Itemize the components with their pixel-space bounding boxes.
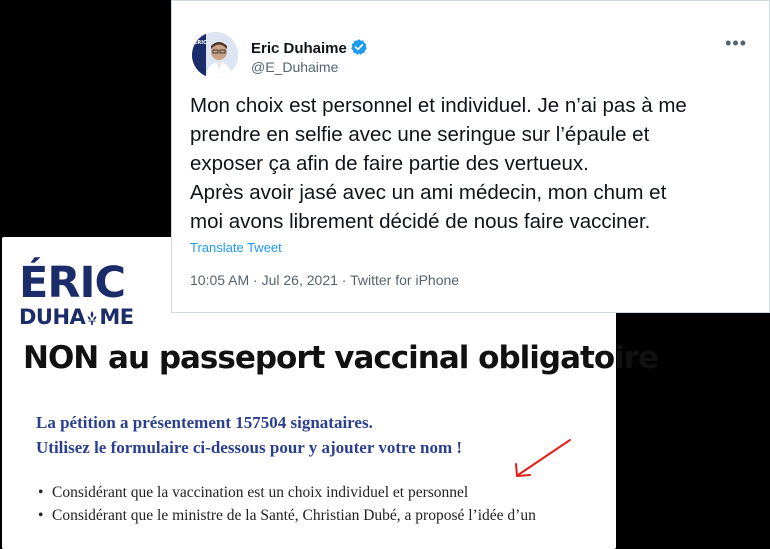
author-name-text: Eric Duhaime bbox=[251, 40, 347, 57]
tweet-text-line: exposer ça afin de faire partie des vert… bbox=[190, 152, 589, 175]
logo-line-2-prefix: DUHA bbox=[19, 305, 86, 329]
list-item: • Considérant que la vaccination est un c… bbox=[38, 484, 536, 507]
list-item: • Considérant que le ministre de la Santé… bbox=[38, 507, 536, 530]
tweet-text-line: Après avoir jasé avec un ami médecin, mo… bbox=[190, 181, 667, 204]
more-dots-icon[interactable]: ••• bbox=[725, 33, 747, 54]
tweet-text-line: Mon choix est personnel et individuel. J… bbox=[190, 94, 687, 117]
tweet-text: Mon choix est personnel et individuel. J… bbox=[190, 91, 760, 236]
translate-tweet-link[interactable]: Translate Tweet bbox=[190, 240, 282, 255]
tweet-card: ÉRIC Eric Duhaime @E_Duhaime ••• Mon cho… bbox=[171, 0, 770, 313]
tweet-metadata: 10:05 AM · Jul 26, 2021 · Twitter for iP… bbox=[190, 272, 459, 288]
red-arrow-annotation-icon bbox=[515, 439, 571, 477]
fleur-de-lis-icon bbox=[87, 311, 97, 325]
author-handle[interactable]: @E_Duhaime bbox=[251, 59, 338, 75]
call-to-action-text: Utilisez le formulaire ci-dessous pour y… bbox=[36, 438, 463, 457]
author-name[interactable]: Eric Duhaime bbox=[251, 38, 368, 57]
avatar[interactable]: ÉRIC bbox=[192, 32, 238, 78]
eric-duhaime-logo: ÉRIC DUHA ME bbox=[19, 262, 134, 328]
verified-badge-icon bbox=[351, 39, 367, 56]
bullet-icon: • bbox=[38, 484, 44, 501]
bullet-icon: • bbox=[38, 507, 44, 524]
list-item-text: Considérant que le ministre de la Santé,… bbox=[52, 507, 536, 524]
tweet-time[interactable]: 10:05 AM bbox=[190, 272, 249, 288]
tweet-text-line: moi avons librement décidé de nous faire… bbox=[190, 210, 651, 233]
list-item-text: Considérant que la vaccination est un ch… bbox=[52, 484, 469, 501]
svg-text:ÉRIC: ÉRIC bbox=[194, 38, 207, 46]
logo-line-2-suffix: ME bbox=[99, 305, 134, 329]
tweet-date[interactable]: Jul 26, 2021 bbox=[262, 272, 338, 288]
considerations-list: • Considérant que la vaccination est un c… bbox=[38, 484, 536, 530]
tweet-text-line: prendre en selfie avec une seringue sur … bbox=[190, 123, 650, 146]
signature-count-text: La pétition a présentement 157504 signat… bbox=[36, 413, 373, 432]
profile-photo-icon: ÉRIC bbox=[192, 32, 238, 78]
logo-line-1: ÉRIC bbox=[19, 258, 126, 308]
logo-line-2: DUHA ME bbox=[19, 307, 134, 328]
separator-dot: · bbox=[253, 272, 262, 288]
petition-title: NON au passeport vaccinal obligatoire bbox=[23, 340, 659, 376]
tweet-source[interactable]: Twitter for iPhone bbox=[350, 272, 459, 288]
separator-dot: · bbox=[341, 272, 351, 288]
